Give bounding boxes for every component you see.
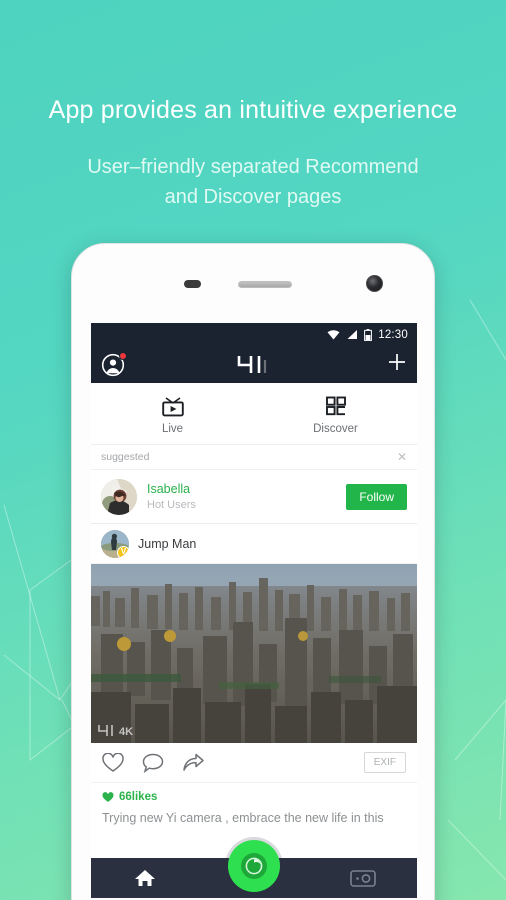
follow-button[interactable]: Follow	[346, 483, 407, 510]
promo-subline: User–friendly separated Recommend and Di…	[0, 152, 506, 212]
tv-play-icon	[161, 396, 184, 416]
app-bar	[91, 346, 417, 383]
suggested-title: suggested	[101, 451, 150, 463]
earpiece-speaker-icon	[238, 281, 292, 288]
avatar[interactable]: V	[101, 529, 129, 558]
cellular-signal-icon	[347, 330, 358, 339]
post-author-name: Jump Man	[138, 536, 197, 551]
promo-subline-line2: and Discover pages	[164, 186, 342, 208]
tab-bar: Live Discover	[91, 383, 417, 445]
post-actions: EXIF	[91, 743, 417, 783]
nav-shutter[interactable]	[228, 840, 280, 892]
suggested-user-name: Isabella	[147, 482, 191, 496]
camera-icon	[349, 869, 376, 887]
bottom-nav-bar	[91, 840, 417, 898]
photo-watermark: 4K	[98, 725, 133, 737]
phone-mockup: 12:30 Live Discover suggested ✕ Isabella…	[71, 243, 435, 900]
shutter-icon	[241, 853, 267, 879]
status-bar: 12:30	[91, 323, 417, 346]
phone-bezel-top	[72, 244, 434, 323]
exif-button[interactable]: EXIF	[363, 752, 406, 773]
proximity-sensor-icon	[184, 280, 201, 288]
nav-home[interactable]	[91, 868, 200, 888]
battery-icon	[364, 328, 373, 341]
post-photo[interactable]: 4K	[91, 564, 417, 743]
notification-badge	[119, 351, 127, 360]
phone-screen: 12:30 Live Discover suggested ✕ Isabella…	[91, 323, 417, 898]
post-caption: Trying new Yi camera , embrace the new l…	[102, 811, 384, 825]
svg-text:4K: 4K	[119, 726, 133, 737]
suggested-section: suggested ✕ Isabella Hot Users Follow	[91, 445, 417, 524]
grid-squares-icon	[325, 396, 346, 415]
suggested-header: suggested ✕	[91, 445, 417, 470]
heart-icon[interactable]	[102, 752, 124, 773]
promo-subline-line1: User–friendly separated Recommend	[87, 156, 419, 178]
phone-bezel-bottom	[72, 896, 434, 900]
comment-icon[interactable]	[142, 753, 164, 773]
tab-live-label: Live	[161, 422, 184, 435]
front-camera-icon	[366, 275, 383, 292]
share-icon[interactable]	[182, 753, 204, 773]
close-icon[interactable]: ✕	[397, 451, 407, 463]
heart-filled-icon	[102, 791, 114, 802]
likes-count: 66likes	[119, 791, 158, 803]
post-header[interactable]: V Jump Man	[91, 524, 417, 564]
promo-screenshot: App provides an intuitive experience Use…	[0, 0, 506, 900]
suggested-user-meta: Isabella Hot Users	[147, 482, 196, 511]
suggested-user-subtitle: Hot Users	[147, 499, 196, 511]
status-bar-clock: 12:30	[378, 328, 408, 341]
likes-row: 66likes	[91, 783, 417, 803]
promo-headline: App provides an intuitive experience	[48, 96, 458, 124]
tab-live[interactable]: Live	[91, 393, 254, 435]
plus-icon[interactable]	[387, 352, 407, 377]
tab-discover[interactable]: Discover	[254, 393, 417, 435]
verified-badge-icon: V	[117, 545, 129, 558]
suggested-user-row[interactable]: Isabella Hot Users Follow	[91, 470, 417, 524]
avatar[interactable]	[101, 478, 137, 515]
wifi-icon	[327, 330, 340, 340]
tab-discover-label: Discover	[313, 422, 358, 435]
home-icon	[135, 870, 156, 886]
nav-camera[interactable]	[308, 869, 417, 888]
promo-copy: App provides an intuitive experience Use…	[0, 95, 506, 212]
profile-avatar-icon[interactable]	[101, 351, 127, 377]
yi-logo	[91, 346, 417, 383]
